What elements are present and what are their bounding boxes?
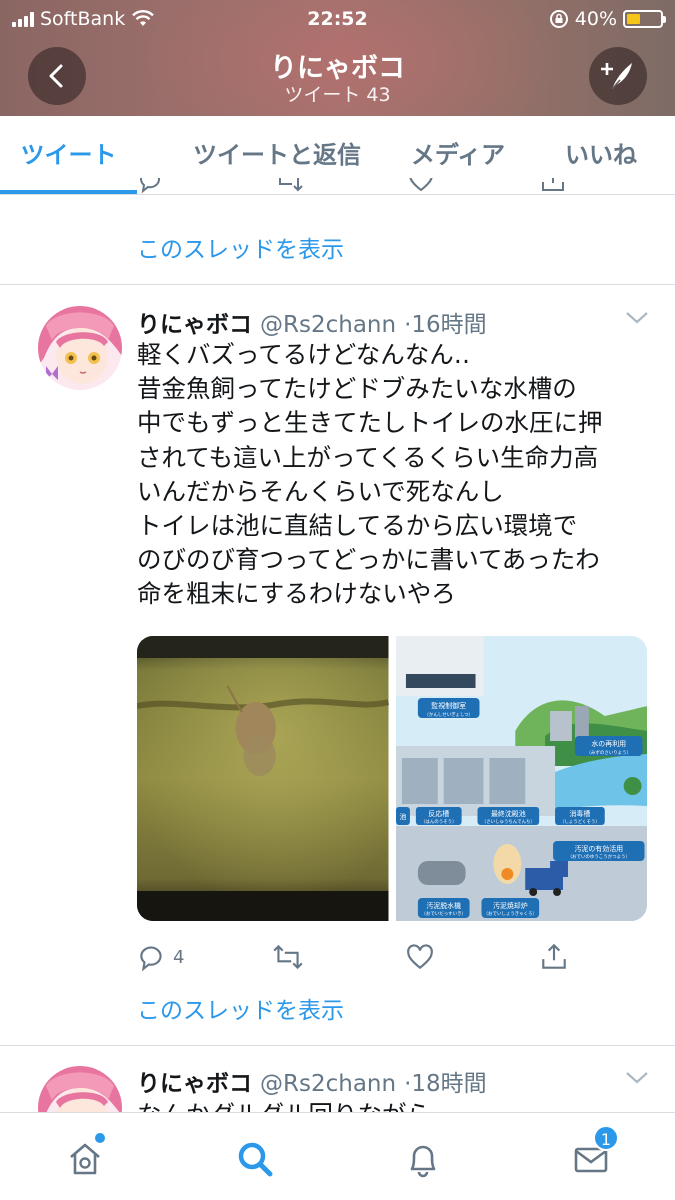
- tweet-author-name[interactable]: りにゃボコ: [137, 1064, 252, 1098]
- retweet-icon: [273, 944, 303, 970]
- reply-button[interactable]: [137, 178, 165, 194]
- diagram-label-dewatering-kana: （おでいだっすいき）: [421, 910, 466, 917]
- nav-search[interactable]: [227, 1131, 283, 1187]
- battery-icon: [623, 10, 666, 28]
- tweet-author-handle[interactable]: @Rs2chann: [260, 312, 396, 338]
- reply-button[interactable]: 4: [137, 942, 184, 972]
- tweet-text-line: 軽くバズってるけどなんなん‥: [137, 340, 471, 369]
- compose-feather-icon: [601, 63, 632, 90]
- like-button[interactable]: [407, 178, 435, 194]
- avatar[interactable]: [38, 306, 122, 390]
- heart-icon: [407, 944, 433, 970]
- home-notification-dot: [95, 1133, 105, 1143]
- tweet-header: りにゃボコ @Rs2chann ·16時間: [137, 305, 487, 339]
- reply-count: 4: [173, 946, 185, 968]
- tweet-timestamp: ·18時間: [404, 1071, 487, 1097]
- retweet-button[interactable]: [273, 178, 305, 194]
- compose-tweet-button[interactable]: [589, 47, 647, 105]
- tweet-item-partial: りにゃボコ @Rs2chann ·18時間 なんかグルグル回りながら: [0, 1046, 675, 1112]
- retweet-button[interactable]: [271, 942, 305, 972]
- search-icon: [238, 1142, 273, 1177]
- tweet-timestamp: ·16時間: [404, 312, 487, 338]
- retweet-icon: [279, 178, 303, 192]
- bottom-tab-bar: 1: [0, 1112, 675, 1200]
- diagram-label-incinerator: 汚泥焼却炉: [492, 901, 527, 910]
- tweet-menu-button[interactable]: [624, 310, 650, 330]
- share-icon: [542, 943, 566, 969]
- show-thread-link[interactable]: このスレッドを表示: [137, 230, 344, 264]
- diagram-label-reaction-tank: 反応槽: [428, 809, 449, 818]
- reply-icon: [139, 178, 160, 194]
- active-tab-indicator: [0, 190, 137, 194]
- like-button[interactable]: [405, 942, 435, 972]
- tweet-text-line: トイレは池に直結してるから広い環境で: [137, 511, 578, 541]
- tweet-text-line: のびのび育つってどっかに書いてあったわ: [137, 545, 600, 575]
- sewage-diagram-image[interactable]: 監視制御室 （かんしせいぎょしつ） 水の再利用 （みずのさいりよう） 池 反応槽…: [395, 636, 647, 921]
- tweet-menu-button[interactable]: [624, 1070, 650, 1090]
- avatar[interactable]: [38, 1066, 122, 1112]
- sewage-treatment-diagram: 監視制御室 （かんしせいぎょしつ） 水の再利用 （みずのさいりよう） 池 反応槽…: [395, 636, 647, 921]
- diagram-label-dewatering: 汚泥脱水機: [426, 901, 461, 910]
- tweet-text-line: なんかグルグル回りながら: [137, 1098, 652, 1112]
- heart-icon: [409, 178, 433, 192]
- tweet-text: なんかグルグル回りながら: [137, 1098, 652, 1112]
- avatar-anime-girl-image: [38, 1066, 122, 1112]
- rotation-lock-icon: [549, 10, 568, 28]
- diagram-label-disinfection: 消毒槽: [569, 809, 590, 818]
- nav-notifications[interactable]: [395, 1131, 451, 1187]
- tweet-text-line: 命を粗末にするわけないやろ: [137, 579, 456, 609]
- tweet-text-line: 中でもずっと生きてたしトイレの水圧に押: [137, 408, 603, 438]
- diagram-label-water-reuse: 水の再利用: [591, 739, 626, 748]
- tweet-text: 軽くバズってるけどなんなん‥ 昔金魚飼ってたけどドブみたいな水槽の 中でもずっと…: [137, 338, 652, 612]
- tweet-text-line: されても這い上がってくるくらい生命力高: [137, 442, 599, 472]
- avatar-anime-girl-image: [38, 306, 122, 390]
- share-button[interactable]: [539, 942, 569, 972]
- diagram-label-water-reuse-kana: （みずのさいりよう）: [586, 749, 631, 756]
- previous-tweet-actions: [137, 178, 607, 214]
- reply-icon: [140, 946, 162, 972]
- tab-tweets[interactable]: ツイート: [0, 116, 137, 195]
- messages-badge: 1: [593, 1125, 619, 1151]
- diagram-label-disinfection-kana: （しょうどくそう）: [559, 818, 599, 825]
- show-thread-link[interactable]: このスレッドを表示: [137, 991, 344, 1025]
- home-icon: [70, 1143, 100, 1175]
- bell-icon: [410, 1145, 436, 1178]
- tweet-divider: [0, 284, 675, 285]
- tweet-media: 監視制御室 （かんしせいぎょしつ） 水の再利用 （みずのさいりよう） 池 反応槽…: [137, 636, 647, 921]
- status-bar-right: 40%: [549, 6, 666, 32]
- diagram-label-sludge-use: 汚泥の有効活用: [574, 844, 623, 853]
- diagram-label-final-tank-kana: （さいしゅうちんでんち）: [481, 818, 534, 825]
- nav-home[interactable]: [57, 1131, 113, 1187]
- fish-tank-photo[interactable]: [137, 636, 389, 921]
- diagram-label-reaction-tank-kana: （はんのうそう）: [420, 818, 456, 825]
- diagram-label-sludge-use-kana: （おでいのゆうこうかつよう）: [567, 853, 629, 860]
- tweet-text-line: 昔金魚飼ってたけどドブみたいな水槽の: [137, 374, 577, 404]
- chevron-down-icon: [626, 312, 648, 324]
- battery-percent: 40%: [574, 8, 617, 30]
- diagram-label-control-room-kana: （かんしせいぎょしつ）: [424, 711, 473, 718]
- nav-messages[interactable]: 1: [563, 1125, 619, 1187]
- share-button[interactable]: [539, 178, 567, 194]
- diagram-label-incinerator-kana: （おでいしょうきゃくろ）: [483, 910, 536, 917]
- tweet-text-line: いんだからそんくらいで死なんし: [137, 476, 504, 506]
- diagram-label-control-room: 監視制御室: [431, 701, 466, 710]
- share-icon: [542, 178, 564, 191]
- tweet-author-handle[interactable]: @Rs2chann: [260, 1071, 396, 1097]
- tweet-count: ツイート 43: [284, 84, 391, 106]
- tweet-header: りにゃボコ @Rs2chann ·18時間: [137, 1064, 487, 1098]
- diagram-label-partial: 池: [399, 812, 406, 821]
- profile-header: SoftBank 22:52 40% りにゃボコ ツイート 43: [0, 0, 675, 116]
- fish-tank-image: [137, 636, 389, 921]
- chevron-down-icon: [626, 1072, 648, 1084]
- diagram-label-final-tank: 最終沈殿池: [490, 809, 525, 818]
- tweet-author-name[interactable]: りにゃボコ: [137, 305, 252, 339]
- tweet-actions: 4: [137, 942, 607, 976]
- battery-level: [627, 14, 640, 24]
